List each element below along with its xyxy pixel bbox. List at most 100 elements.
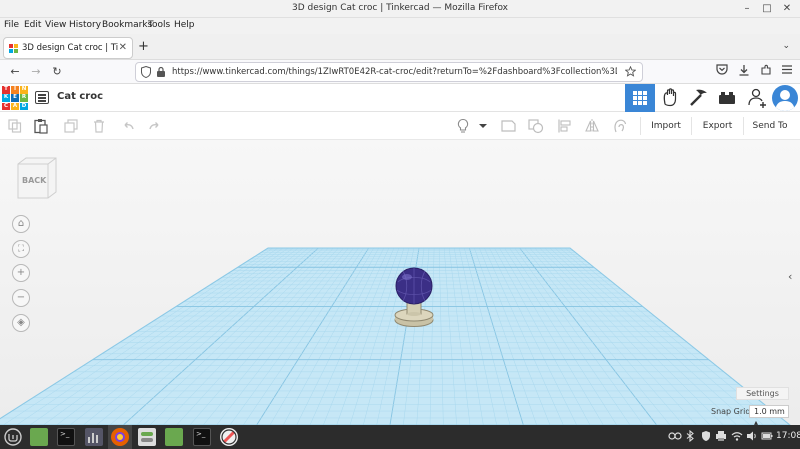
tinkercad-header: T I N K E R C A D Cat croc [0, 84, 800, 112]
view-cube-label: BACK [22, 176, 47, 185]
snap-grid-label: Snap Grid [711, 407, 751, 416]
view-cube[interactable]: BACK [16, 156, 58, 200]
editor-toolbar: Import Export Send To [0, 112, 800, 140]
system-monitor-icon[interactable] [85, 428, 103, 446]
menu-help[interactable]: Help [174, 20, 195, 30]
menu-bookmarks[interactable]: Bookmarks [102, 20, 152, 30]
pocket-icon[interactable] [714, 64, 730, 80]
terminal-2-icon[interactable]: >_ [193, 428, 211, 446]
user-avatar[interactable] [772, 85, 798, 111]
snap-grid-select[interactable]: 1.0 mm ▴ [749, 405, 789, 425]
send-to-button[interactable]: Send To [743, 117, 796, 135]
duplicate-icon[interactable] [63, 118, 79, 134]
bookmark-star-icon[interactable] [624, 65, 636, 80]
back-button[interactable]: ← [7, 64, 23, 80]
bluetooth-tray-icon[interactable] [684, 429, 696, 443]
network-tray-icon[interactable] [731, 430, 743, 443]
pickaxe-icon [690, 89, 707, 106]
close-window-button[interactable]: ✕ [780, 2, 794, 16]
cruise-icon[interactable] [611, 118, 627, 134]
menu-edit[interactable]: Edit [24, 20, 41, 30]
app-icon[interactable] [220, 428, 238, 446]
minimize-button[interactable]: – [740, 2, 754, 16]
shield-icon[interactable] [140, 65, 152, 80]
3d-view-button[interactable] [625, 84, 655, 112]
maximize-button[interactable]: □ [760, 2, 774, 16]
show-desktop-folder-icon[interactable] [30, 428, 48, 446]
logo-letter: E [11, 94, 19, 102]
downloads-icon[interactable] [736, 64, 752, 80]
import-button[interactable]: Import [640, 117, 691, 135]
group-icon[interactable] [500, 118, 516, 134]
user-avatar-icon [775, 90, 795, 111]
project-name[interactable]: Cat croc [57, 91, 103, 102]
menu-bar: File Edit View History Bookmarks Tools H… [0, 18, 800, 34]
light-bulb-icon[interactable] [455, 118, 471, 134]
volume-tray-icon[interactable] [746, 430, 758, 443]
menu-view[interactable]: View [45, 20, 66, 30]
extensions-icon[interactable] [758, 64, 774, 80]
paste-icon[interactable] [33, 118, 49, 134]
mint-menu-icon[interactable] [4, 428, 22, 446]
menu-history[interactable]: History [69, 20, 101, 30]
fit-view-button[interactable]: ⛶ [12, 240, 30, 258]
menu-tools[interactable]: Tools [148, 20, 170, 30]
codeblocks-button[interactable] [655, 84, 685, 112]
settings-toggle-icon[interactable] [138, 428, 156, 446]
accessibility-tray-icon[interactable] [668, 430, 682, 443]
cat-croc-model[interactable] [384, 262, 444, 342]
delete-icon[interactable] [91, 118, 107, 134]
grid-icon [633, 91, 647, 105]
files-folder-icon[interactable] [165, 428, 183, 446]
add-user-icon [748, 88, 766, 108]
app-menu-icon[interactable] [779, 64, 795, 80]
terminal-icon[interactable]: >_ [57, 428, 75, 446]
invite-user-button[interactable] [743, 84, 773, 112]
zoom-out-button[interactable]: − [12, 289, 30, 307]
printer-tray-icon[interactable] [715, 430, 727, 443]
brick-icon [719, 92, 735, 104]
battery-tray-icon[interactable] [761, 430, 773, 443]
mirror-icon[interactable] [584, 118, 600, 134]
undo-icon[interactable] [120, 118, 136, 134]
firefox-taskbar-icon[interactable] [111, 428, 129, 446]
navigation-bar: ← → ↻ https://www.tinkercad.com/things/1… [0, 60, 800, 84]
ungroup-icon[interactable] [527, 118, 544, 134]
copy-icon[interactable] [7, 118, 23, 134]
light-dropdown-icon[interactable] [476, 118, 492, 134]
bricks-button[interactable] [712, 84, 742, 112]
forward-button[interactable]: → [28, 64, 44, 80]
tab-close-icon[interactable]: ✕ [119, 42, 127, 53]
url-text[interactable]: https://www.tinkercad.com/things/1ZIwRT0… [172, 67, 617, 77]
reload-button[interactable]: ↻ [49, 64, 65, 80]
logo-letter: R [20, 94, 28, 102]
new-tab-button[interactable]: + [138, 39, 149, 54]
align-icon[interactable] [557, 118, 573, 134]
taskbar-clock[interactable]: 17:08 [776, 431, 800, 441]
logo-letter: D [20, 102, 28, 111]
tinkercad-favicon-icon [9, 44, 18, 53]
browser-tab[interactable]: 3D design Cat croc | Tinkercad ✕ [3, 37, 133, 59]
simulation-button[interactable] [684, 84, 714, 112]
home-view-button[interactable]: ⌂ [12, 215, 30, 233]
menu-file[interactable]: File [4, 20, 19, 30]
zoom-in-button[interactable]: + [12, 264, 30, 282]
workplane-viewport[interactable]: BACK ⌂ ⛶ + − ◈ ‹ Settings Snap Grid 1.0 … [0, 140, 800, 425]
lock-icon[interactable] [155, 66, 167, 80]
list-tabs-button[interactable]: ⌄ [782, 41, 790, 51]
hand-icon [663, 88, 677, 107]
panel-toggle-chevron-icon[interactable]: ‹ [788, 270, 798, 290]
logo-letter: T [2, 86, 10, 94]
perspective-toggle-button[interactable]: ◈ [12, 314, 30, 332]
window-title: 3D design Cat croc | Tinkercad — Mozilla… [292, 3, 508, 13]
design-list-icon[interactable] [35, 91, 49, 104]
url-bar[interactable]: https://www.tinkercad.com/things/1ZIwRT0… [135, 62, 643, 82]
tinkercad-logo[interactable]: T I N K E R C A D [2, 86, 28, 111]
update-shield-tray-icon[interactable] [700, 430, 712, 443]
logo-letter: I [11, 86, 19, 94]
logo-letter: K [2, 94, 10, 102]
export-button[interactable]: Export [691, 117, 743, 135]
logo-letter: C [2, 102, 10, 111]
workplane-settings-button[interactable]: Settings [736, 387, 789, 400]
redo-icon[interactable] [147, 118, 163, 134]
